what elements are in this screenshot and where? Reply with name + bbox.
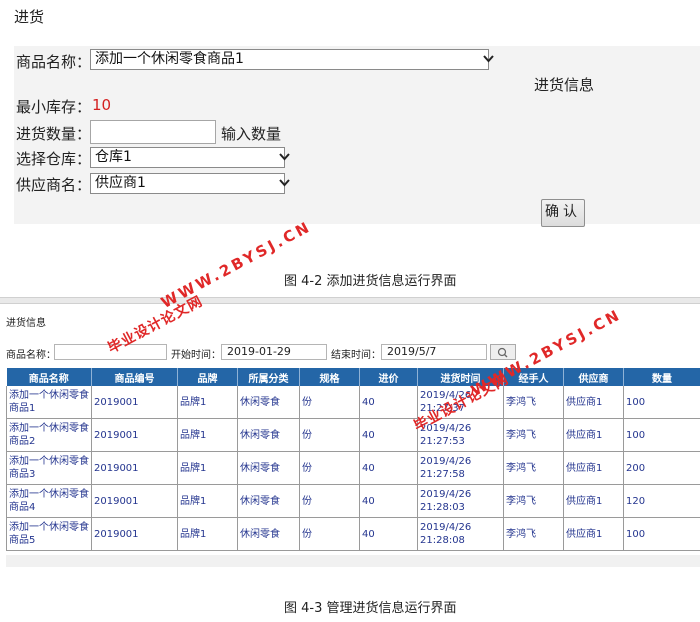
quantity-label: 进货数量： (16, 125, 92, 143)
cell-time: 2019/4/26 21:28:03 (417, 484, 504, 518)
product-select-value: 添加一个休闲零食商品1 (95, 51, 244, 67)
cell-brand: 品牌1 (177, 451, 238, 485)
confirm-button[interactable]: 确认 (541, 199, 585, 227)
cell-category: 休闲零食 (237, 386, 300, 419)
cell-code: 2019001 (91, 451, 178, 485)
end-time-input[interactable]: 2019/5/7 (381, 344, 487, 360)
warehouse-select[interactable]: 仓库1 (90, 147, 290, 168)
warehouse-select-value: 仓库1 (95, 149, 132, 165)
supplier-select[interactable]: 供应商1 (90, 173, 290, 194)
figure-caption: 图 4-2 添加进货信息运行界面 (284, 274, 457, 289)
cell-brand: 品牌1 (177, 386, 238, 419)
cell-spec: 份 (299, 386, 360, 419)
table-header-row: 商品名称 商品编号 品牌 所属分类 规格 进价 进货时间 经手人 供应商 数量 (6, 368, 700, 386)
column-header[interactable]: 商品名称 (6, 368, 92, 386)
cell-brand: 品牌1 (177, 418, 238, 452)
column-header[interactable]: 供应商 (563, 368, 624, 386)
column-header[interactable]: 品牌 (177, 368, 238, 386)
figure-caption: 图 4-3 管理进货信息运行界面 (284, 601, 457, 616)
cell-supplier: 供应商1 (563, 484, 624, 518)
cell-spec: 份 (299, 451, 360, 485)
cell-spec: 份 (299, 484, 360, 518)
cell-spec: 份 (299, 517, 360, 551)
cell-name: 添加一个休闲零食商品2 (6, 418, 92, 452)
cell-supplier: 供应商1 (563, 517, 624, 551)
min-stock-value: 10 (92, 96, 112, 114)
table-row[interactable]: 添加一个休闲零食商品1 2019001 品牌1 休闲零食 份 40 2019/4… (6, 386, 700, 419)
table-row[interactable]: 添加一个休闲零食商品5 2019001 品牌1 休闲零食 份 40 2019/4… (6, 517, 700, 551)
cell-spec: 份 (299, 418, 360, 452)
table-row[interactable]: 添加一个休闲零食商品3 2019001 品牌1 休闲零食 份 40 2019/4… (6, 451, 700, 485)
cell-name: 添加一个休闲零食商品4 (6, 484, 92, 518)
cell-supplier: 供应商1 (563, 418, 624, 452)
cell-brand: 品牌1 (177, 517, 238, 551)
quantity-hint: 输入数量 (221, 125, 282, 143)
cell-category: 休闲零食 (237, 418, 300, 452)
column-header[interactable]: 商品编号 (91, 368, 178, 386)
table-row[interactable]: 添加一个休闲零食商品4 2019001 品牌1 休闲零食 份 40 2019/4… (6, 484, 700, 518)
cell-time: 2019/4/26 21:27:58 (417, 451, 504, 485)
table-footer (6, 555, 700, 567)
cell-category: 休闲零食 (237, 451, 300, 485)
column-header[interactable]: 规格 (299, 368, 360, 386)
cell-name: 添加一个休闲零食商品5 (6, 517, 92, 551)
supplier-select-value: 供应商1 (95, 175, 146, 191)
cell-price: 40 (359, 484, 418, 518)
cell-qty: 100 (623, 418, 700, 452)
cell-code: 2019001 (91, 484, 178, 518)
end-time-label: 结束时间： (331, 350, 381, 361)
table-row[interactable]: 添加一个休闲零食商品2 2019001 品牌1 休闲零食 份 40 2019/4… (6, 418, 700, 452)
cell-name: 添加一个休闲零食商品1 (6, 386, 92, 419)
cell-time: 2019/4/26 21:28:08 (417, 517, 504, 551)
product-select[interactable]: 添加一个休闲零食商品1 (90, 49, 494, 70)
column-header[interactable]: 进价 (359, 368, 418, 386)
search-icon (497, 347, 508, 358)
cell-qty: 120 (623, 484, 700, 518)
start-time-label: 开始时间： (171, 350, 221, 361)
search-product-label: 商品名称： (6, 350, 56, 361)
purchase-table: 商品名称 商品编号 品牌 所属分类 规格 进价 进货时间 经手人 供应商 数量 … (6, 368, 700, 551)
cell-price: 40 (359, 418, 418, 452)
search-button[interactable] (490, 344, 516, 360)
column-header[interactable]: 所属分类 (237, 368, 300, 386)
cell-supplier: 供应商1 (563, 386, 624, 419)
cell-handler: 李鸿飞 (503, 484, 564, 518)
cell-price: 40 (359, 386, 418, 419)
cell-code: 2019001 (91, 386, 178, 419)
cell-qty: 100 (623, 386, 700, 419)
cell-handler: 李鸿飞 (503, 451, 564, 485)
supplier-label: 供应商名： (16, 176, 92, 194)
section-title: 进货信息 (534, 76, 595, 94)
cell-handler: 李鸿飞 (503, 517, 564, 551)
cell-price: 40 (359, 517, 418, 551)
cell-handler: 李鸿飞 (503, 418, 564, 452)
min-stock-label: 最小库存： (16, 98, 92, 116)
product-label: 商品名称： (16, 53, 92, 71)
column-header[interactable]: 数量 (623, 368, 700, 386)
figure-divider (0, 297, 700, 304)
cell-code: 2019001 (91, 418, 178, 452)
quantity-input[interactable] (90, 120, 216, 144)
cell-price: 40 (359, 451, 418, 485)
start-time-input[interactable]: 2019-01-29 (221, 344, 327, 360)
cell-code: 2019001 (91, 517, 178, 551)
cell-qty: 100 (623, 517, 700, 551)
cell-category: 休闲零食 (237, 484, 300, 518)
list-title: 进货信息 (6, 318, 46, 329)
cell-handler: 李鸿飞 (503, 386, 564, 419)
page-title: 进货 (14, 8, 45, 26)
warehouse-label: 选择仓库： (16, 150, 92, 168)
cell-name: 添加一个休闲零食商品3 (6, 451, 92, 485)
cell-supplier: 供应商1 (563, 451, 624, 485)
cell-category: 休闲零食 (237, 517, 300, 551)
cell-qty: 200 (623, 451, 700, 485)
cell-brand: 品牌1 (177, 484, 238, 518)
